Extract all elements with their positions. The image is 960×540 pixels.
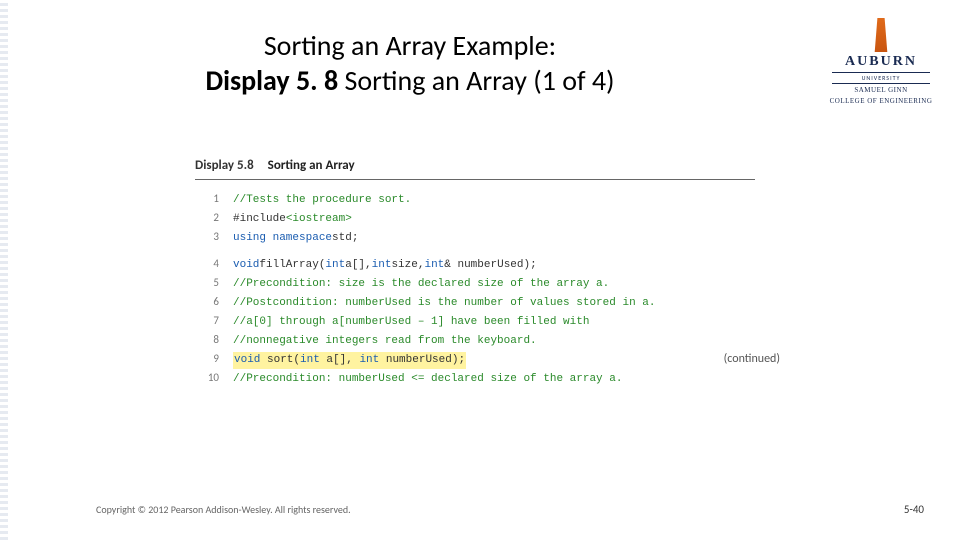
line-number: 10 (195, 369, 219, 386)
title-bold: Display 5. 8 (205, 63, 338, 98)
code-keyword: void (233, 257, 259, 274)
code-text: fillArray( (259, 257, 325, 274)
code-type: int (372, 257, 392, 274)
highlighted-code: void sort(int a[], int numberUsed); (233, 352, 466, 369)
blank-line (195, 247, 775, 255)
page-number: 5-40 (904, 503, 924, 516)
line-number: 9 (195, 350, 219, 367)
line-number: 6 (195, 293, 219, 310)
code-text: & numberUsed); (444, 257, 536, 274)
auburn-logo: AUBURN UNIVERSITY SAMUEL GINN COLLEGE OF… (826, 18, 936, 105)
code-comment: //Precondition: size is the declared siz… (233, 276, 609, 293)
display-header: Display 5.8 Sorting an Array (195, 158, 775, 179)
code-comment: //nonnegative integers read from the key… (233, 333, 537, 350)
code-text: #include (233, 211, 286, 228)
code-comment: //a[0] through a[numberUsed – 1] have be… (233, 314, 589, 331)
code-line-2: 2 #include <iostream> (195, 209, 775, 228)
line-number: 3 (195, 228, 219, 245)
code-text: std; (332, 230, 358, 247)
copyright-text: Copyright © 2012 Pearson Addison-Wesley.… (96, 503, 351, 516)
tower-icon (872, 18, 890, 52)
code-text: a[], (320, 354, 360, 366)
logo-college-line2: COLLEGE OF ENGINEERING (826, 98, 936, 106)
continued-label: (continued) (724, 352, 780, 366)
title-line-1: Sorting an Array Example: (0, 28, 820, 63)
code-comment: //Postcondition: numberUsed is the numbe… (233, 295, 655, 312)
code-keyword: void (234, 354, 260, 366)
code-line-8: 8 //nonnegative integers read from the k… (195, 331, 775, 350)
title-rest: Sorting an Array (1 of 4) (338, 63, 614, 98)
code-type: int (424, 257, 444, 274)
display-number: Display 5.8 (195, 158, 254, 173)
header-rule (195, 179, 755, 180)
logo-word: AUBURN (826, 54, 936, 70)
code-line-3: 3 using namespace std; (195, 228, 775, 247)
code-type: int (325, 257, 345, 274)
code-line-7: 7 //a[0] through a[numberUsed – 1] have … (195, 312, 775, 331)
line-number: 7 (195, 312, 219, 329)
title-line-2: Display 5. 8 Sorting an Array (1 of 4) (0, 63, 820, 98)
line-number: 8 (195, 331, 219, 348)
code-display: Display 5.8 Sorting an Array 1 //Tests t… (195, 158, 775, 388)
code-line-5: 5 //Precondition: size is the declared s… (195, 274, 775, 293)
code-line-1: 1 //Tests the procedure sort. (195, 190, 775, 209)
line-number: 4 (195, 255, 219, 272)
title-block: Sorting an Array Example: Display 5. 8 S… (0, 28, 820, 98)
code-comment: //Precondition: numberUsed <= declared s… (233, 371, 622, 388)
code-text: size, (391, 257, 424, 274)
code-text: sort( (260, 354, 300, 366)
code-type: int (359, 354, 379, 366)
code-comment: //Tests the procedure sort. (233, 192, 411, 209)
slide: Sorting an Array Example: Display 5. 8 S… (0, 0, 960, 540)
code-text: numberUsed); (379, 354, 465, 366)
logo-university: UNIVERSITY (832, 72, 930, 84)
line-number: 5 (195, 274, 219, 291)
code-text: a[], (345, 257, 371, 274)
line-number: 2 (195, 209, 219, 226)
code-keyword: using namespace (233, 230, 332, 247)
code-include: <iostream> (286, 211, 352, 228)
display-title: Sorting an Array (268, 158, 355, 173)
line-number: 1 (195, 190, 219, 207)
code-line-4: 4 void fillArray(int a[], int size, int&… (195, 255, 775, 274)
code-line-9: 9 void sort(int a[], int numberUsed); (195, 350, 775, 369)
code-line-10: 10 //Precondition: numberUsed <= declare… (195, 369, 775, 388)
logo-college-line1: SAMUEL GINN (826, 87, 936, 95)
code-line-6: 6 //Postcondition: numberUsed is the num… (195, 293, 775, 312)
code-type: int (300, 354, 320, 366)
